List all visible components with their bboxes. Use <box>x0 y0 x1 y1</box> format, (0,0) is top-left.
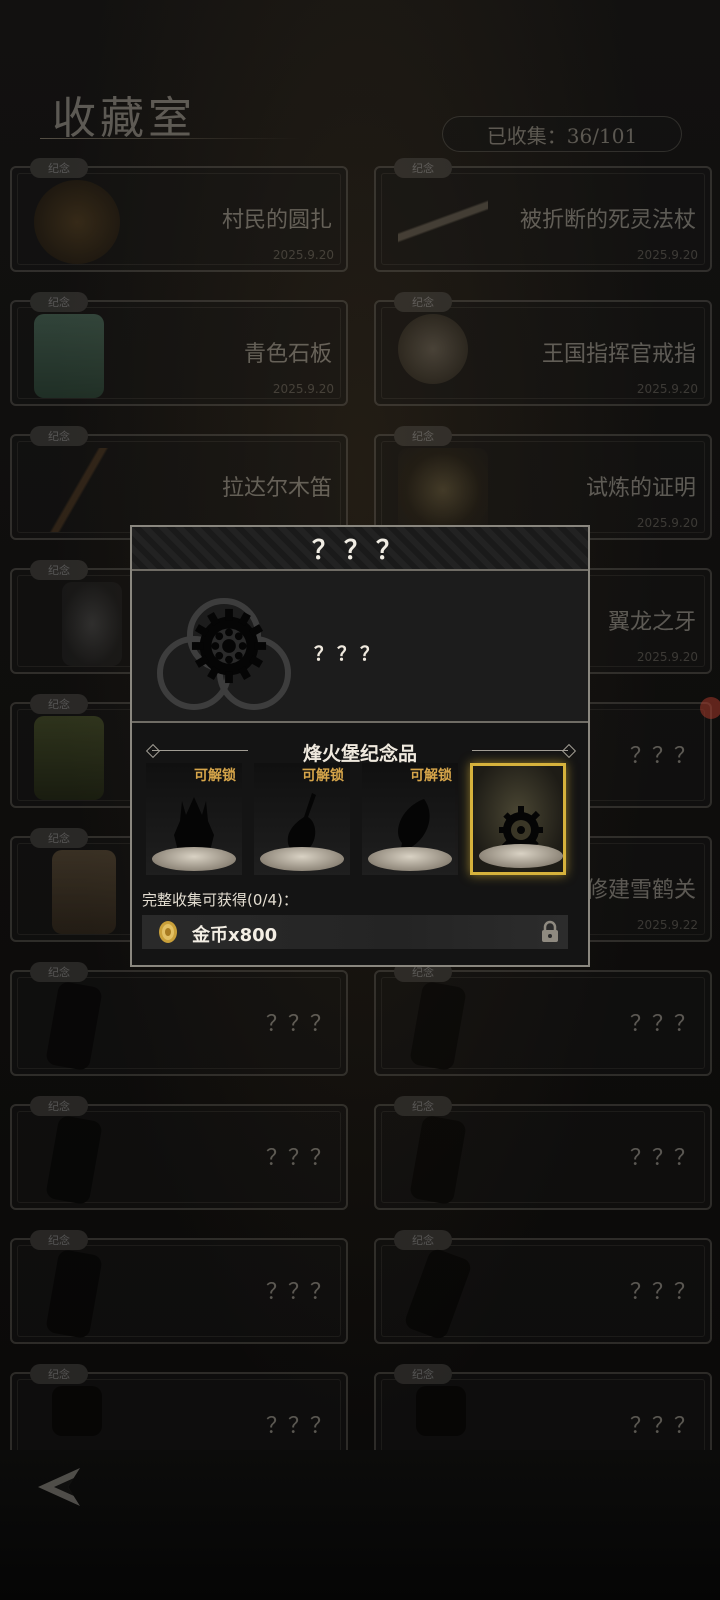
bottom-bar <box>0 1450 720 1600</box>
collection-card[interactable]: 纪念 ？？？ <box>374 1096 712 1210</box>
card-badge: 纪念 <box>30 158 88 178</box>
card-badge: 纪念 <box>30 694 88 714</box>
collection-card[interactable]: 纪念 村民的圆扎 2025.9.20 <box>10 158 348 272</box>
card-badge: 纪念 <box>30 1096 88 1116</box>
set-slot-4-selected[interactable] <box>470 763 566 875</box>
reward-row: 金币x800 <box>142 915 568 949</box>
back-arrow-icon[interactable] <box>34 1462 94 1512</box>
collection-card[interactable]: 纪念 ？？？ <box>10 1230 348 1344</box>
card-date: 2025.9.20 <box>272 248 334 262</box>
gear-icon <box>191 608 267 684</box>
card-date: 2025.9.20 <box>636 516 698 530</box>
card-badge: 纪念 <box>30 962 88 982</box>
unlockable-label: 可解锁 <box>194 768 236 784</box>
card-date: 2025.9.20 <box>272 382 334 396</box>
card-badge: 纪念 <box>30 560 88 580</box>
collection-card[interactable]: 纪念 青色石板 2025.9.20 <box>10 292 348 406</box>
card-name: ？？？ <box>629 1146 696 1171</box>
stone-tablet-icon <box>34 314 104 398</box>
collection-card[interactable]: 纪念 王国指挥官戒指 2025.9.20 <box>374 292 712 406</box>
divider-right <box>472 750 568 751</box>
unlockable-label: 可解锁 <box>302 768 344 784</box>
lock-icon <box>542 920 558 942</box>
card-name: ？？？ <box>629 1414 696 1439</box>
card-badge: 纪念 <box>394 1096 452 1116</box>
pedestal <box>152 847 236 871</box>
card-name: ？？？ <box>265 1146 332 1171</box>
staff-icon <box>398 180 488 264</box>
card-name: 被折断的死灵法杖 <box>519 208 696 233</box>
card-name: 拉达尔木笛 <box>221 476 332 501</box>
collection-card[interactable]: 纪念 ？？？ <box>374 962 712 1076</box>
reward-label: 完整收集可获得(0/4)： <box>142 891 298 909</box>
card-name: 翼龙之牙 <box>607 610 696 635</box>
vase-icon <box>62 582 122 666</box>
card-badge: 纪念 <box>30 828 88 848</box>
modal-title: ？？？ <box>311 535 408 566</box>
card-name: 修建雪鹤关 <box>585 878 696 903</box>
ring-icon <box>398 314 468 384</box>
pedestal <box>368 847 452 871</box>
card-badge: 纪念 <box>394 426 452 446</box>
card-badge: 纪念 <box>30 426 88 446</box>
card-name: 王国指挥官戒指 <box>541 342 696 367</box>
card-badge: 纪念 <box>394 1230 452 1250</box>
pedestal <box>260 847 344 871</box>
notification-dot <box>700 697 720 719</box>
flute-icon <box>34 448 124 532</box>
collection-card[interactable]: 纪念 ？？？ <box>10 962 348 1076</box>
card-name: ？？？ <box>265 1280 332 1305</box>
card-badge: 纪念 <box>394 1364 452 1384</box>
amulet-icon <box>34 180 120 264</box>
card-name: 试炼的证明 <box>585 476 696 501</box>
card-name: ？？？ <box>629 1012 696 1037</box>
card-name: ？？？ <box>265 1414 332 1439</box>
modal-header: ？？？ <box>132 527 588 571</box>
scroll-icon <box>52 850 116 934</box>
card-name: ？？？ <box>265 1012 332 1037</box>
card-name: ？？？ <box>629 1280 696 1305</box>
card-date: 2025.9.20 <box>636 248 698 262</box>
unlockable-label: 可解锁 <box>410 768 452 784</box>
card-badge: 纪念 <box>30 1230 88 1250</box>
card-date: 2025.9.22 <box>636 918 698 932</box>
coin-icon <box>159 921 177 943</box>
item-name: ？？？ <box>314 643 384 665</box>
trial-proof-icon <box>398 448 488 532</box>
item-detail-modal: ？？？ ？？？ 烽火堡纪念品 可解锁 可解锁 可解锁 完整收集可获得(0/4)：… <box>130 525 590 967</box>
card-name: 青色石板 <box>243 342 332 367</box>
card-date: 2025.9.20 <box>636 650 698 664</box>
set-title: 烽火堡纪念品 <box>302 743 417 765</box>
locked-silhouette-icon <box>52 1386 102 1436</box>
card-badge: 纪念 <box>394 292 452 312</box>
collection-card[interactable]: 纪念 被折断的死灵法杖 2025.9.20 <box>374 158 712 272</box>
book-icon <box>34 716 104 800</box>
card-badge: 纪念 <box>30 292 88 312</box>
card-name: ？？？ <box>629 744 696 769</box>
card-badge: 纪念 <box>30 1364 88 1384</box>
set-slots: 可解锁 可解锁 可解锁 <box>146 763 578 879</box>
set-slot-2[interactable]: 可解锁 <box>254 763 350 875</box>
set-slot-3[interactable]: 可解锁 <box>362 763 458 875</box>
card-date: 2025.9.20 <box>636 382 698 396</box>
collection-card[interactable]: 纪念 ？？？ <box>374 1230 712 1344</box>
reward-text: 金币x800 <box>192 925 278 946</box>
card-badge: 纪念 <box>394 158 452 178</box>
pedestal <box>479 844 563 868</box>
locked-silhouette-icon <box>416 1386 466 1436</box>
set-slot-1[interactable]: 可解锁 <box>146 763 242 875</box>
item-info-panel: ？？？ <box>132 571 588 723</box>
collection-card[interactable]: 纪念 ？？？ <box>10 1096 348 1210</box>
card-name: 村民的圆扎 <box>221 208 332 233</box>
